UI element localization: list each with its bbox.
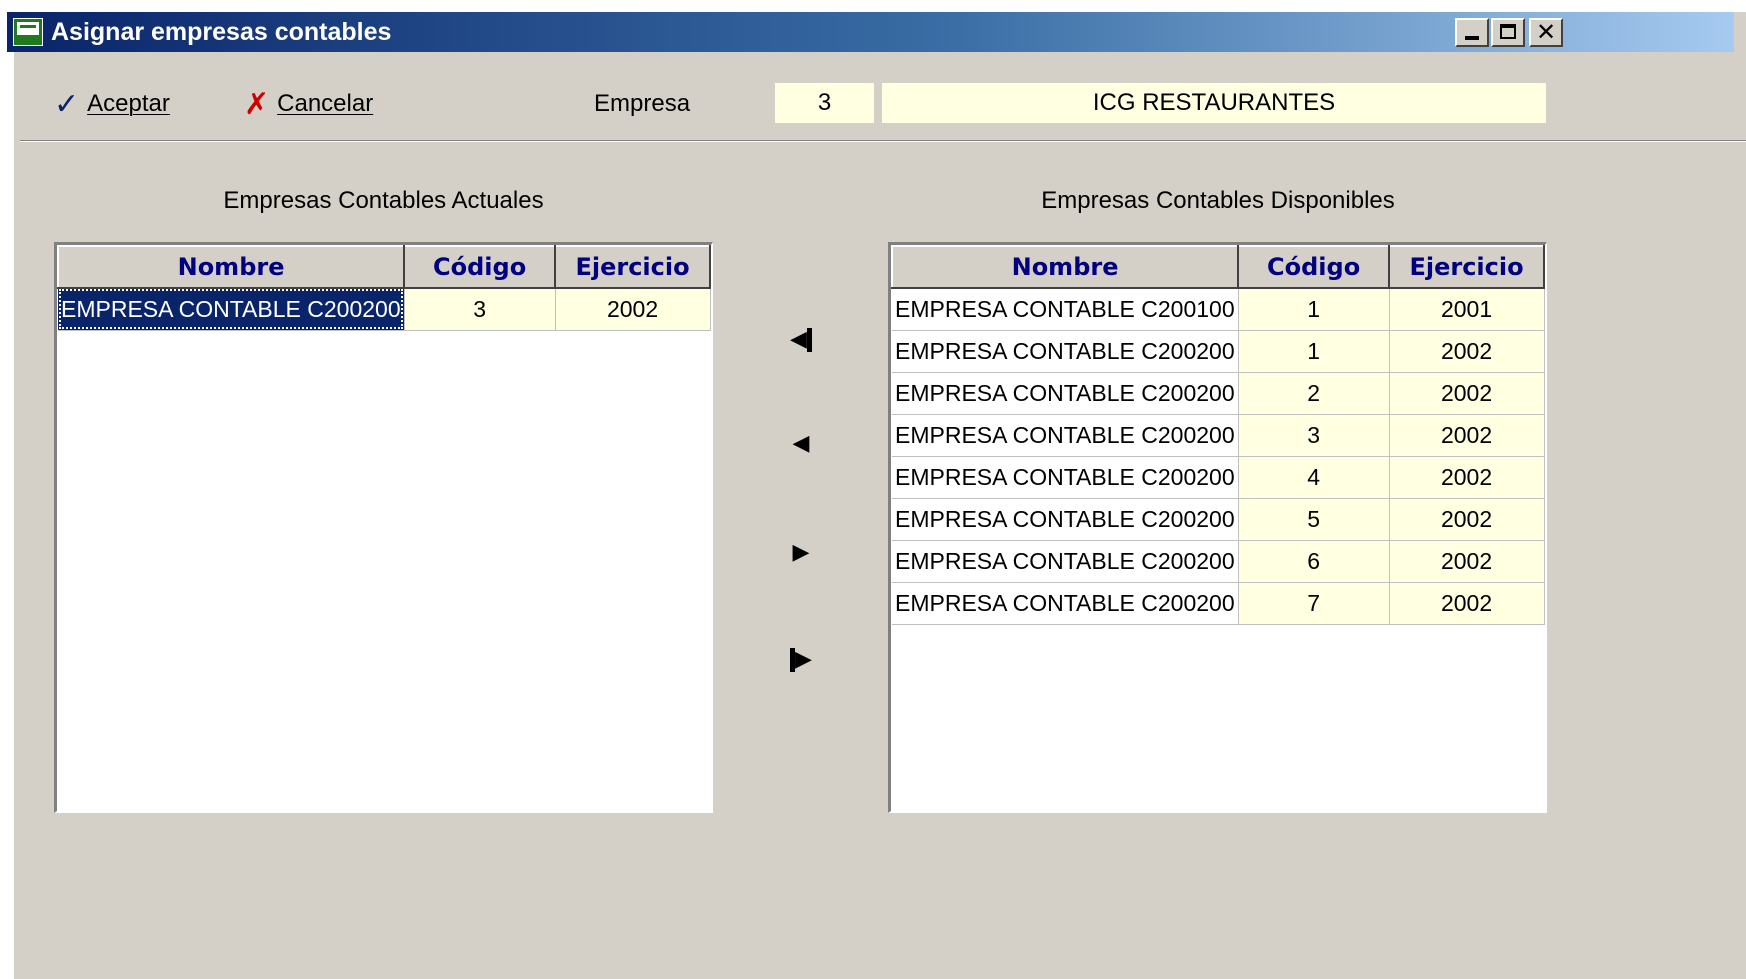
cell-nombre[interactable]: EMPRESA CONTABLE C200100	[892, 288, 1239, 331]
toolbar-separator	[20, 140, 1746, 142]
move-right-button[interactable]: ▶	[784, 536, 818, 570]
move-all-right-icon: ▶	[795, 647, 812, 672]
column-header-codigo[interactable]: Código	[403, 245, 557, 289]
window-title: Asignar empresas contables	[51, 18, 392, 46]
cell-nombre[interactable]: EMPRESA CONTABLE C200200	[892, 456, 1239, 499]
table-row[interactable]: EMPRESA CONTABLE C200200 3 2002	[892, 414, 1545, 457]
accept-label: Aceptar	[87, 90, 170, 117]
check-icon: ✓	[54, 86, 80, 122]
move-left-button[interactable]: ◀	[784, 427, 818, 461]
available-companies-table: Nombre Código Ejercicio EMPRESA CONTABLE…	[891, 245, 1545, 625]
minimize-icon	[1465, 36, 1479, 40]
available-companies-grid[interactable]: Nombre Código Ejercicio EMPRESA CONTABLE…	[888, 242, 1547, 813]
move-all-left-icon: ◀	[790, 327, 807, 352]
cell-ejercicio[interactable]: 2002	[1389, 540, 1545, 583]
cell-codigo[interactable]: 7	[1238, 582, 1390, 625]
cell-nombre[interactable]: EMPRESA CONTABLE C200200	[892, 414, 1239, 457]
cell-codigo[interactable]: 1	[1238, 288, 1390, 331]
cell-ejercicio[interactable]: 2002	[1389, 330, 1545, 373]
cell-nombre[interactable]: EMPRESA CONTABLE C200200	[892, 372, 1239, 415]
move-right-icon: ▶	[792, 540, 810, 565]
table-row[interactable]: EMPRESA CONTABLE C200200 7 2002	[892, 582, 1545, 625]
cell-codigo[interactable]: 3	[1238, 414, 1390, 457]
cell-ejercicio[interactable]: 2002	[1389, 372, 1545, 415]
table-row[interactable]: EMPRESA CONTABLE C200200 1 2002	[892, 330, 1545, 373]
cell-ejercicio[interactable]: 2002	[1389, 582, 1545, 625]
cell-nombre[interactable]: EMPRESA CONTABLE C200200	[892, 330, 1239, 373]
current-companies-table: Nombre Código Ejercicio EMPRESA CONTABLE…	[57, 245, 711, 331]
accept-button[interactable]: ✓ Aceptar	[54, 84, 170, 124]
cell-ejercicio[interactable]: 2002	[1389, 456, 1545, 499]
cell-nombre[interactable]: EMPRESA CONTABLE C200200	[892, 498, 1239, 541]
current-companies-title: Empresas Contables Actuales	[223, 187, 544, 214]
table-row[interactable]: EMPRESA CONTABLE C200200 4 2002	[892, 456, 1545, 499]
empresa-name-field[interactable]: ICG RESTAURANTES	[882, 83, 1546, 123]
column-header-nombre[interactable]: Nombre	[891, 245, 1240, 289]
column-header-ejercicio[interactable]: Ejercicio	[554, 245, 711, 289]
move-all-left-button[interactable]: ◀	[784, 323, 818, 357]
cancel-label: Cancelar	[277, 90, 374, 117]
cell-ejercicio[interactable]: 2001	[1389, 288, 1545, 331]
cell-codigo[interactable]: 6	[1238, 540, 1390, 583]
empresa-label: Empresa	[594, 90, 691, 117]
column-header-ejercicio[interactable]: Ejercicio	[1388, 245, 1545, 289]
close-button[interactable]: ✕	[1529, 18, 1563, 47]
cell-codigo[interactable]: 5	[1238, 498, 1390, 541]
maximize-button[interactable]	[1491, 18, 1525, 47]
empresa-code-field[interactable]: 3	[775, 83, 874, 123]
cell-codigo[interactable]: 3	[404, 288, 556, 331]
cell-ejercicio[interactable]: 2002	[1389, 414, 1545, 457]
table-row[interactable]: EMPRESA CONTABLE C200200 5 2002	[892, 498, 1545, 541]
close-icon: ✕	[1535, 18, 1557, 46]
cell-ejercicio[interactable]: 2002	[1389, 498, 1545, 541]
app-icon	[13, 18, 43, 46]
table-row[interactable]: EMPRESA CONTABLE C200200 2 2002	[892, 372, 1545, 415]
move-left-icon: ◀	[792, 431, 810, 456]
table-row[interactable]: EMPRESA CONTABLE C200100 1 2001	[892, 288, 1545, 331]
maximize-icon	[1500, 24, 1516, 39]
x-icon: ✗	[244, 86, 270, 122]
cell-ejercicio[interactable]: 2002	[555, 288, 711, 331]
available-companies-title: Empresas Contables Disponibles	[1041, 187, 1395, 214]
cell-nombre[interactable]: EMPRESA CONTABLE C200200	[58, 288, 405, 331]
cell-codigo[interactable]: 2	[1238, 372, 1390, 415]
minimize-button[interactable]	[1455, 18, 1489, 47]
cell-nombre[interactable]: EMPRESA CONTABLE C200200	[892, 540, 1239, 583]
column-header-codigo[interactable]: Código	[1237, 245, 1391, 289]
title-bar[interactable]: Asignar empresas contables ✕	[7, 12, 1734, 52]
cell-nombre[interactable]: EMPRESA CONTABLE C200200	[892, 582, 1239, 625]
column-header-nombre[interactable]: Nombre	[57, 245, 406, 289]
cell-codigo[interactable]: 4	[1238, 456, 1390, 499]
move-all-right-button[interactable]: ▶	[784, 643, 818, 677]
move-all-left-bar	[806, 328, 812, 352]
current-companies-grid[interactable]: Nombre Código Ejercicio EMPRESA CONTABLE…	[54, 242, 713, 813]
cell-codigo[interactable]: 1	[1238, 330, 1390, 373]
table-row[interactable]: EMPRESA CONTABLE C200200 6 2002	[892, 540, 1545, 583]
table-row[interactable]: EMPRESA CONTABLE C200200 3 2002	[58, 288, 711, 331]
cancel-button[interactable]: ✗ Cancelar	[244, 84, 373, 124]
